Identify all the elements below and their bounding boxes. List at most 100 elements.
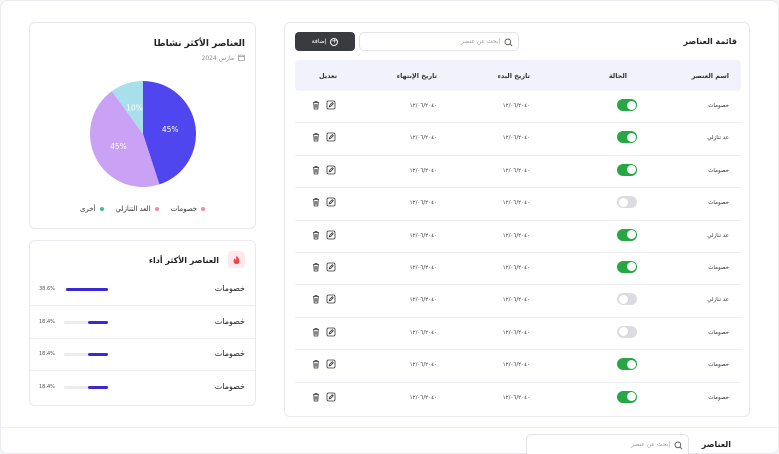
trash-icon[interactable] — [311, 294, 321, 304]
legend-dot — [154, 207, 159, 211]
search-icon — [504, 32, 513, 51]
pie-slice-label: 10% — [126, 103, 143, 112]
items-search-box[interactable] — [526, 434, 689, 454]
legend-item: أخرى — [80, 205, 104, 213]
trash-icon[interactable] — [311, 392, 321, 402]
performance-percent: 18.4% — [39, 351, 55, 357]
edit-icon[interactable] — [326, 230, 336, 240]
performance-bar-fill — [87, 320, 108, 324]
performance-label: خصومات — [214, 381, 245, 391]
edit-icon[interactable] — [326, 132, 336, 142]
item-name: عد تنازلي — [707, 297, 729, 304]
most-active-date: مارس 2024 — [202, 54, 245, 63]
row-actions — [311, 294, 336, 304]
legend-label: خصومات — [170, 205, 198, 213]
status-toggle[interactable] — [617, 325, 637, 338]
performance-label: خصومات — [214, 349, 245, 358]
edit-icon[interactable] — [326, 262, 336, 272]
start-date: ١٢/٠٦/٢٠٤٠ — [502, 297, 530, 304]
performance-label: خصومات — [214, 284, 245, 293]
trash-icon[interactable] — [311, 230, 321, 240]
trash-icon[interactable] — [311, 100, 321, 110]
list-search-input[interactable] — [380, 38, 500, 45]
status-toggle[interactable] — [617, 196, 637, 209]
performance-bar-track — [64, 288, 108, 291]
edit-icon[interactable] — [326, 294, 336, 304]
performance-percent: 18.4% — [39, 383, 55, 390]
performance-percent: 18.4% — [39, 318, 55, 325]
table-row: خصومات ١٢/٠٦/٢٠٤٠ ١٢/٠٦/٢٠٤٠ — [295, 318, 741, 351]
plus-circle-icon: + — [330, 37, 339, 46]
legend-label: العد التنازلي — [115, 205, 151, 213]
table-row: خصومات ١٢/٠٦/٢٠٤٠ ١٢/٠٦/٢٠٤٠ — [295, 253, 741, 286]
header-end-date: تاريخ الإنتهاء — [396, 72, 437, 80]
row-actions — [311, 197, 336, 207]
most-active-card: العناصر الأكثر نشاطا مارس 2024 45% 45% 10%… — [29, 22, 256, 229]
start-date: ١٢/٠٦/٢٠٤٠ — [502, 167, 530, 174]
fire-icon — [228, 251, 245, 268]
status-toggle[interactable] — [617, 260, 637, 273]
performance-row: خصومات 18.4% — [30, 307, 255, 339]
end-date: ١٢/٠٦/٢٠٤٠ — [409, 394, 437, 401]
item-name: خصومات — [708, 329, 729, 336]
trash-icon[interactable] — [311, 132, 321, 142]
edit-icon[interactable] — [326, 359, 336, 369]
status-toggle[interactable] — [617, 228, 637, 241]
start-date: ١٢/٠٦/٢٠٤٠ — [502, 329, 530, 336]
performance-bar-track — [64, 320, 108, 324]
legend-item: العد التنازلي — [116, 205, 159, 213]
start-date: ١٢/٠٦/٢٠٤٠ — [502, 394, 530, 401]
status-toggle[interactable] — [617, 163, 637, 176]
end-date: ١٢/٠٦/٢٠٤٠ — [409, 297, 437, 304]
start-date: ١٢/٠٦/٢٠٤٠ — [502, 135, 530, 142]
start-date: ١٢/٠٦/٢٠٤٠ — [502, 200, 530, 207]
items-search-input[interactable] — [540, 441, 670, 448]
header-status: الحالة — [608, 72, 627, 80]
items-section-title: العناصر — [701, 440, 731, 449]
edit-icon[interactable] — [326, 392, 336, 402]
trash-icon[interactable] — [311, 262, 321, 272]
edit-icon[interactable] — [326, 100, 336, 110]
items-list-card: قائمة العناصر إضافة + اسم العنصر الحالة … — [284, 22, 750, 417]
item-name: خصومات — [708, 103, 729, 109]
section-divider — [0, 427, 779, 428]
trash-icon[interactable] — [311, 327, 321, 337]
performance-row: خصومات 38.6% — [30, 274, 255, 306]
edit-icon[interactable] — [326, 165, 336, 175]
table-row: خصومات ١٢/٠٦/٢٠٤٠ ١٢/٠٦/٢٠٤٠ — [295, 91, 741, 124]
table-row: خصومات ١٢/٠٦/٢٠٤٠ ١٢/٠٦/٢٠٤٠ — [295, 350, 741, 383]
most-active-title: العناصر الأكثر نشاطا — [153, 39, 245, 49]
table-header: اسم العنصر الحالة تاريخ البدء تاريخ الإن… — [295, 60, 741, 91]
end-date: ١٢/٠٦/٢٠٤٠ — [409, 167, 437, 174]
list-search-box[interactable] — [359, 32, 519, 51]
item-name: عد تنازلي — [707, 232, 729, 239]
table-row: خصومات ١٢/٠٦/٢٠٤٠ ١٢/٠٦/٢٠٤٠ — [295, 188, 741, 221]
status-toggle[interactable] — [617, 390, 637, 403]
legend-item: خصومات — [171, 205, 206, 213]
add-item-button[interactable]: إضافة + — [295, 32, 355, 51]
edit-icon[interactable] — [326, 327, 336, 337]
row-actions — [311, 359, 336, 369]
status-toggle[interactable] — [617, 99, 637, 111]
legend-dot — [99, 207, 104, 211]
status-toggle[interactable] — [617, 131, 637, 144]
item-name: عد تنازلي — [707, 135, 729, 142]
performance-label: خصومات — [214, 316, 245, 326]
status-toggle[interactable] — [617, 358, 637, 371]
top-performing-card: العناصر الأكثر أداء خصومات 38.6% خصومات 18.… — [29, 240, 256, 406]
trash-icon[interactable] — [311, 197, 321, 207]
pie-chart: 45% 45% 10% — [89, 81, 196, 187]
add-button-label: إضافة — [311, 38, 327, 45]
trash-icon[interactable] — [311, 359, 321, 369]
table-row: عد تنازلي ١٢/٠٦/٢٠٤٠ ١٢/٠٦/٢٠٤٠ — [295, 221, 741, 253]
trash-icon[interactable] — [311, 165, 321, 175]
header-edit: تعديل — [319, 72, 338, 80]
edit-icon[interactable] — [326, 197, 336, 207]
row-actions — [311, 230, 336, 240]
list-title: قائمة العناصر — [683, 37, 737, 46]
header-start-date: تاريخ البدء — [497, 72, 530, 80]
calendar-icon — [238, 54, 245, 63]
status-toggle[interactable] — [617, 293, 637, 306]
end-date: ١٢/٠٦/٢٠٤٠ — [409, 264, 437, 271]
end-date: ١٢/٠٦/٢٠٤٠ — [409, 232, 437, 239]
